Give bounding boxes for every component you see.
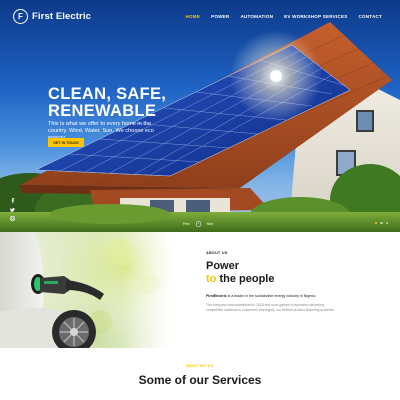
logo-mark-icon: F xyxy=(13,9,28,24)
slider-prev-label[interactable]: Prev xyxy=(183,222,190,226)
services-title: Some of our Services xyxy=(138,373,262,387)
nav-item-home[interactable]: Home xyxy=(186,14,201,19)
logo-letter: F xyxy=(18,11,23,21)
nav-item-power[interactable]: Power xyxy=(211,14,229,19)
instagram-icon[interactable] xyxy=(10,216,15,221)
slider-arrow-icon[interactable] xyxy=(195,221,201,227)
about-lead-brand: FirstElectric xyxy=(206,294,227,298)
about-body: The company was established in 2018 and … xyxy=(206,303,335,312)
about-heading-rest: the people xyxy=(219,272,275,285)
top-navigation-bar: F First Electric Home Power Automation E… xyxy=(0,0,400,34)
twitter-icon[interactable] xyxy=(10,207,15,212)
get-in-touch-button[interactable]: Get in touch xyxy=(48,138,84,147)
about-heading-line-1: Power xyxy=(206,260,240,272)
services-section: What we do Some of our Services xyxy=(0,348,400,400)
logo-text: First Electric xyxy=(32,11,91,22)
page: F First Electric Home Power Automation E… xyxy=(0,0,400,400)
about-heading: Power to the people xyxy=(206,260,346,285)
nav-item-contact[interactable]: Contact xyxy=(358,14,382,19)
about-content: About us Power to the people FirstElectr… xyxy=(206,251,346,312)
about-lead: FirstElectric is a leader in the sustain… xyxy=(206,294,346,298)
hero-title-line-1: Clean, Safe, xyxy=(48,85,167,103)
nav-item-automation[interactable]: Automation xyxy=(240,14,273,19)
slider-navigation: Prev Next xyxy=(183,221,213,227)
slider-dots xyxy=(374,222,388,225)
services-eyebrow: What we do xyxy=(186,364,214,368)
slider-dot[interactable] xyxy=(374,222,378,225)
social-links xyxy=(10,198,15,221)
ev-charging-image xyxy=(0,232,178,348)
hero-title: Clean, Safe, Renewable xyxy=(48,86,166,120)
nav-item-ev-workshop-services[interactable]: EV Workshop Services xyxy=(284,14,347,19)
about-heading-accent: to xyxy=(206,272,217,285)
slider-next-label[interactable]: Next xyxy=(207,222,214,226)
about-eyebrow: About us xyxy=(206,251,228,255)
hero-title-line-2: Renewable xyxy=(48,102,157,120)
slider-dot[interactable] xyxy=(385,222,388,225)
hero-section: F First Electric Home Power Automation E… xyxy=(0,0,400,232)
about-lead-text: is a leader in the sustainable energy in… xyxy=(227,294,317,298)
main-nav: Home Power Automation EV Workshop Servic… xyxy=(186,14,383,19)
facebook-icon[interactable] xyxy=(10,198,15,203)
slider-dot[interactable] xyxy=(380,222,383,225)
brand-logo[interactable]: F First Electric xyxy=(13,9,91,24)
